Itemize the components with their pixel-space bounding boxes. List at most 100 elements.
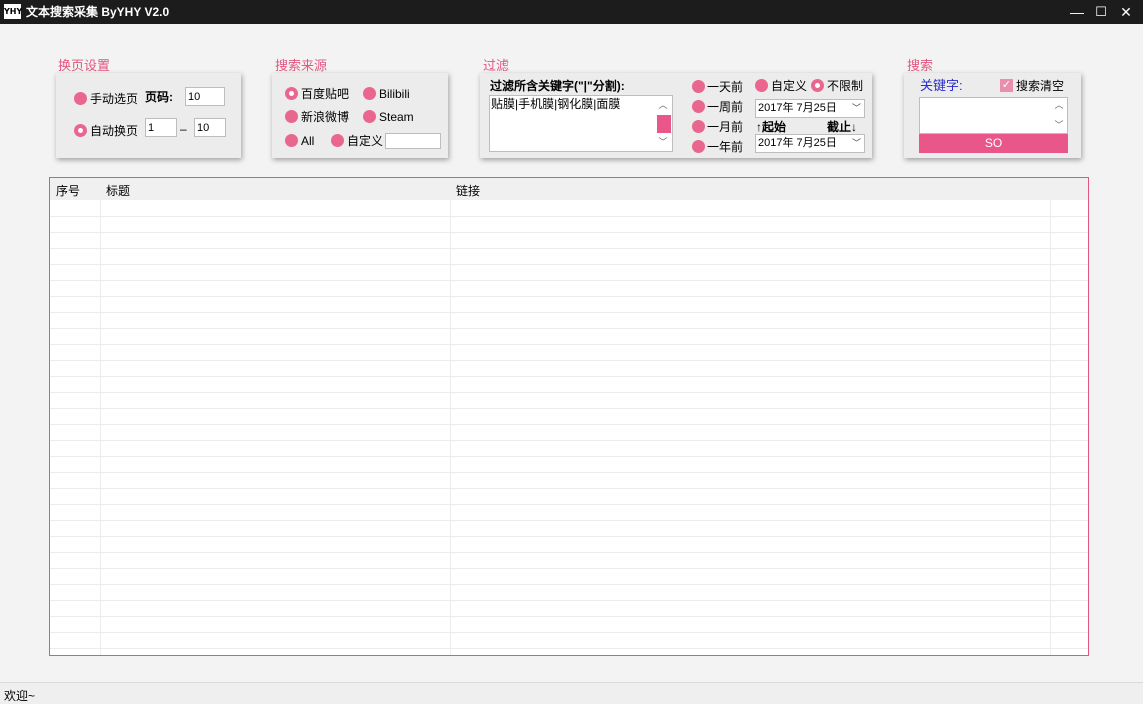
end-date-value: 2017年 7月25日	[758, 137, 837, 149]
page-number-input[interactable]	[185, 87, 225, 106]
time-label-day[interactable]: 一天前	[707, 80, 743, 94]
filter-keywords-label: 过滤所含关键字("|"分割):	[490, 79, 625, 93]
column-divider	[450, 200, 451, 655]
window-title: 文本搜索采集 ByYHY V2.0	[26, 5, 170, 19]
table-row	[50, 488, 1088, 489]
source-radio-weibo[interactable]	[285, 110, 298, 123]
keyword-input[interactable]: ︿ ﹀	[919, 97, 1068, 134]
scroll-up-icon[interactable]: ︿	[1053, 99, 1065, 111]
table-row	[50, 232, 1088, 233]
table-row	[50, 312, 1088, 313]
auto-page-label[interactable]: 自动换页	[90, 124, 138, 138]
page-number-label: 页码:	[145, 90, 173, 104]
table-row	[50, 408, 1088, 409]
table-row	[50, 328, 1088, 329]
auto-page-radio[interactable]	[74, 124, 87, 137]
minimize-button[interactable]: —	[1065, 0, 1089, 24]
time-radio-month[interactable]	[692, 120, 705, 133]
end-date-picker[interactable]: 2017年 7月25日 ﹀	[755, 134, 865, 153]
app-logo-icon: YHY	[4, 4, 22, 19]
start-date-label: ↑起始	[756, 120, 787, 134]
end-date-label: 截止↓	[827, 120, 858, 134]
table-row	[50, 536, 1088, 537]
title-bar[interactable]: YHY 文本搜索采集 ByYHY V2.0 — ☐ ✕	[0, 0, 1143, 24]
scroll-up-icon[interactable]: ︿	[657, 99, 669, 111]
time-radio-week[interactable]	[692, 100, 705, 113]
source-label-steam[interactable]: Steam	[379, 110, 414, 124]
clear-checkbox[interactable]: ✓	[1000, 79, 1013, 92]
filter-keywords-text: 贴膜|手机膜|钢化膜|面膜	[491, 97, 621, 111]
source-label-tieba[interactable]: 百度贴吧	[301, 87, 349, 101]
source-radio-all[interactable]	[285, 134, 298, 147]
keyword-label: 关键字:	[920, 78, 963, 93]
source-radio-tieba[interactable]	[285, 87, 298, 100]
manual-page-label[interactable]: 手动选页	[90, 92, 138, 106]
source-label-bilibili[interactable]: Bilibili	[379, 87, 410, 101]
table-row	[50, 552, 1088, 553]
column-header-link[interactable]: 链接	[456, 182, 480, 199]
status-text: 欢迎~	[4, 689, 36, 703]
page-from-input[interactable]	[145, 118, 177, 137]
time-radio-day[interactable]	[692, 80, 705, 93]
table-row	[50, 584, 1088, 585]
source-radio-bilibili[interactable]	[363, 87, 376, 100]
table-row	[50, 568, 1088, 569]
scroll-down-icon[interactable]: ﹀	[1053, 119, 1065, 131]
start-date-picker[interactable]: 2017年 7月25日 ﹀	[755, 99, 865, 118]
table-row	[50, 424, 1088, 425]
column-header-title[interactable]: 标题	[106, 182, 130, 199]
table-row	[50, 504, 1088, 505]
search-group-label: 搜索	[907, 58, 934, 73]
source-custom-input[interactable]	[385, 133, 441, 149]
table-row	[50, 376, 1088, 377]
status-bar: 欢迎~	[0, 682, 1143, 704]
chevron-down-icon: ﹀	[851, 138, 861, 148]
time-radio-unlimited[interactable]	[811, 79, 824, 92]
page-range-separator: –	[180, 122, 187, 136]
column-divider	[100, 200, 101, 655]
chevron-down-icon: ﹀	[851, 103, 861, 113]
source-label-weibo[interactable]: 新浪微博	[301, 110, 349, 124]
table-row	[50, 344, 1088, 345]
column-divider	[1050, 200, 1051, 655]
maximize-button[interactable]: ☐	[1089, 0, 1113, 24]
table-row	[50, 456, 1088, 457]
time-label-unlimited[interactable]: 不限制	[827, 79, 863, 93]
table-header: 序号 标题 链接	[50, 178, 1088, 200]
time-label-month[interactable]: 一月前	[707, 120, 743, 134]
filter-group-label: 过滤	[483, 58, 510, 73]
table-row	[50, 648, 1088, 649]
source-label-all[interactable]: All	[301, 134, 314, 148]
time-radio-year[interactable]	[692, 140, 705, 153]
manual-page-radio[interactable]	[74, 92, 87, 105]
filter-keywords-textarea[interactable]: 贴膜|手机膜|钢化膜|面膜 ︿ ﹀	[489, 95, 673, 152]
paging-group-label: 换页设置	[58, 58, 111, 73]
time-label-custom[interactable]: 自定义	[771, 79, 807, 93]
source-radio-steam[interactable]	[363, 110, 376, 123]
table-row	[50, 392, 1088, 393]
time-label-week[interactable]: 一周前	[707, 100, 743, 114]
clear-checkbox-label[interactable]: 搜索清空	[1016, 79, 1064, 93]
table-row	[50, 440, 1088, 441]
filter-scrollbar-thumb[interactable]	[657, 115, 671, 133]
search-button[interactable]: SO	[919, 134, 1068, 153]
source-label-custom[interactable]: 自定义	[347, 134, 383, 148]
table-row	[50, 360, 1088, 361]
time-radio-custom[interactable]	[755, 79, 768, 92]
close-button[interactable]: ✕	[1114, 0, 1138, 24]
paging-panel	[56, 73, 241, 158]
table-row	[50, 472, 1088, 473]
time-label-year[interactable]: 一年前	[707, 140, 743, 154]
table-row	[50, 520, 1088, 521]
table-row	[50, 296, 1088, 297]
scroll-down-icon[interactable]: ﹀	[657, 136, 669, 148]
results-table[interactable]: 序号 标题 链接	[49, 177, 1089, 656]
table-row	[50, 600, 1088, 601]
start-date-value: 2017年 7月25日	[758, 102, 837, 114]
column-header-index[interactable]: 序号	[56, 182, 80, 199]
page-to-input[interactable]	[194, 118, 226, 137]
source-radio-custom[interactable]	[331, 134, 344, 147]
table-row	[50, 280, 1088, 281]
table-row	[50, 632, 1088, 633]
source-group-label: 搜索来源	[275, 58, 328, 73]
